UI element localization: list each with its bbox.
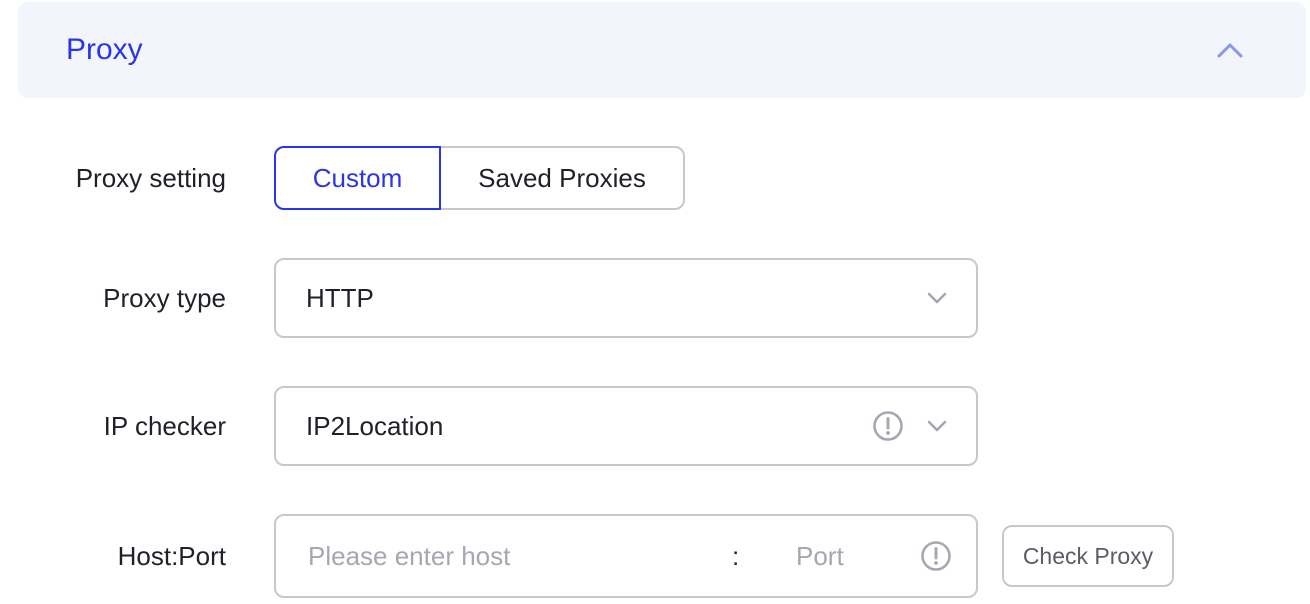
- proxy-settings-panel: Proxy Proxy setting Custom Saved Proxies…: [0, 0, 1310, 604]
- proxy-type-select[interactable]: HTTP: [274, 258, 978, 338]
- proxy-type-row: Proxy type HTTP: [0, 258, 1310, 338]
- custom-option[interactable]: Custom: [274, 146, 441, 210]
- ip-checker-row: IP checker IP2Location: [0, 386, 1310, 466]
- proxy-setting-label: Proxy setting: [75, 162, 226, 193]
- info-circle-icon[interactable]: [872, 410, 904, 442]
- ip-checker-value: IP2Location: [306, 410, 444, 441]
- proxy-section-header[interactable]: Proxy: [18, 2, 1306, 98]
- chevron-up-icon[interactable]: [1216, 41, 1244, 59]
- chevron-down-icon: [904, 291, 948, 305]
- host-port-row: Host:Port : Check Proxy: [0, 514, 1310, 598]
- host-input[interactable]: [308, 540, 728, 572]
- ip-checker-label: IP checker: [103, 410, 226, 441]
- ip-checker-select[interactable]: IP2Location: [274, 386, 978, 466]
- chevron-down-icon: [904, 419, 948, 433]
- host-port-field: :: [274, 514, 978, 598]
- port-input[interactable]: [796, 540, 906, 572]
- proxy-type-label: Proxy type: [103, 282, 226, 313]
- proxy-type-value: HTTP: [306, 282, 374, 313]
- proxy-setting-row: Proxy setting Custom Saved Proxies: [0, 146, 1310, 210]
- info-circle-icon[interactable]: [920, 540, 952, 572]
- saved-proxies-option[interactable]: Saved Proxies: [439, 146, 685, 210]
- host-port-separator: :: [732, 540, 740, 571]
- proxy-setting-segmented: Custom Saved Proxies: [274, 146, 685, 210]
- check-proxy-button[interactable]: Check Proxy: [1002, 525, 1174, 587]
- host-port-label: Host:Port: [117, 540, 226, 571]
- section-title: Proxy: [66, 33, 143, 66]
